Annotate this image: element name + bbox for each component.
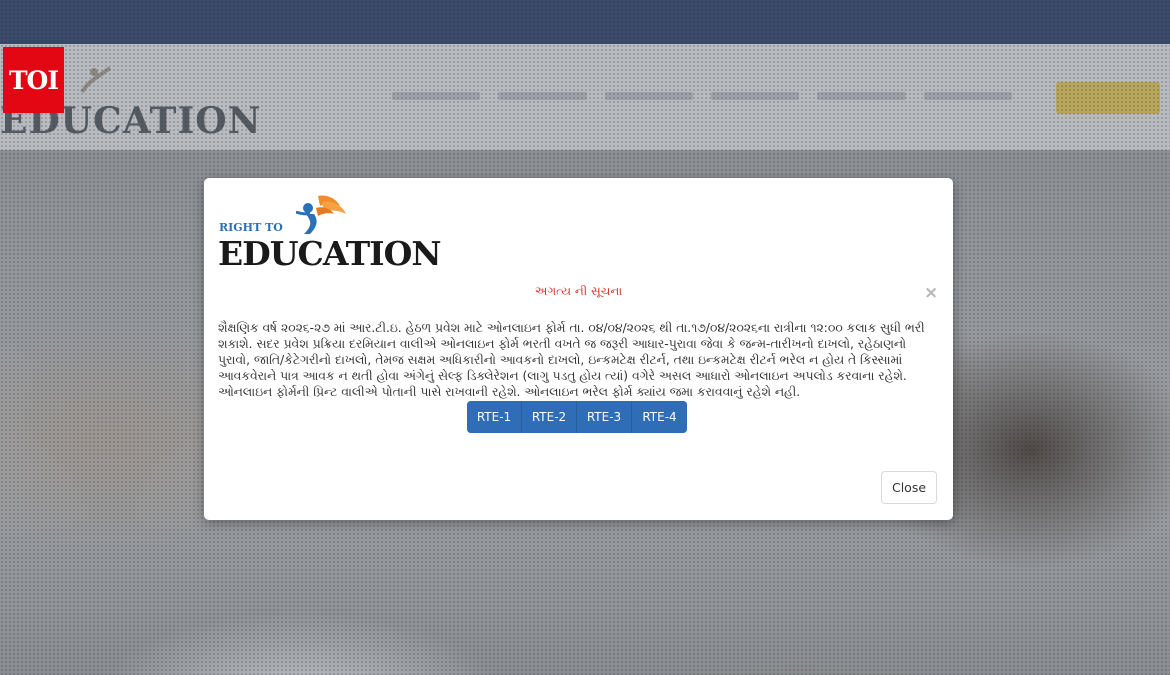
- rte-logo: RIGHT TO EDUCATION: [218, 192, 458, 272]
- close-button[interactable]: Close: [881, 471, 937, 504]
- rte-4-button[interactable]: RTE-4: [632, 401, 687, 433]
- flying-figure-logo-icon: [296, 195, 346, 234]
- toi-watermark: TOI: [3, 47, 64, 113]
- rte-1-button[interactable]: RTE-1: [467, 401, 522, 433]
- modal-title: અગત્ય ની સૂચના: [534, 284, 623, 298]
- rte-2-button[interactable]: RTE-2: [522, 401, 577, 433]
- notice-modal: RIGHT TO EDUCATION અગત્ય ની સૂચના × શૈક્…: [204, 178, 953, 520]
- close-icon[interactable]: ×: [924, 284, 938, 302]
- background-top-bar: [0, 0, 1170, 44]
- logo-line-1: RIGHT TO: [219, 221, 283, 234]
- background-logo-icon: [80, 66, 112, 94]
- rte-button-group: RTE-1 RTE-2 RTE-3 RTE-4: [467, 401, 687, 433]
- logo-line-2: EDUCATION: [218, 234, 442, 273]
- background-nav: [392, 92, 1012, 104]
- page: EDUCATION TOI RIGHT TO EDUCATION અગત્ય ન…: [0, 0, 1170, 675]
- rte-3-button[interactable]: RTE-3: [577, 401, 632, 433]
- background-highlight-button: [1056, 82, 1160, 114]
- modal-body-text: શૈક્ષણિક વર્ષ ૨૦૨૬-૨૭ માં આર.ટી.ઇ. હેઠળ …: [218, 321, 925, 399]
